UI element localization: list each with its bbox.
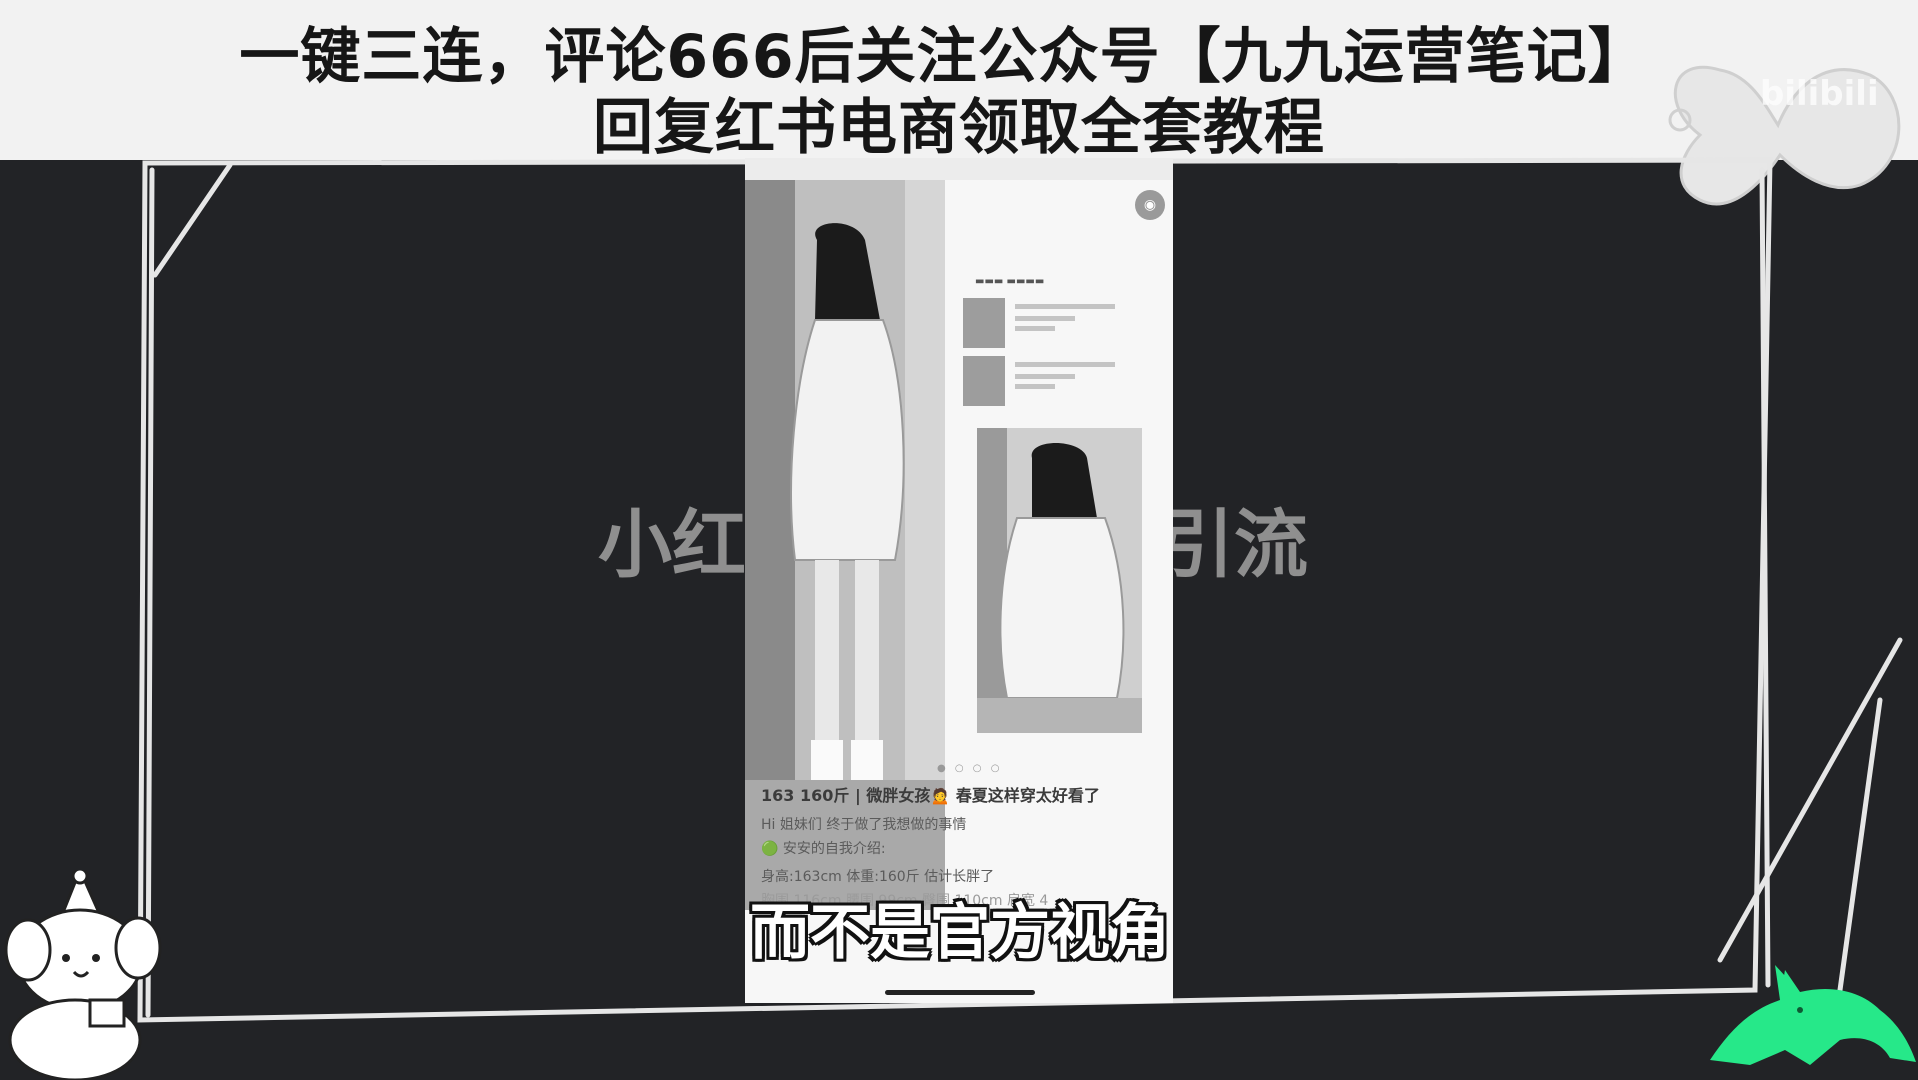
bilibili-logo-icon: bilibili xyxy=(1668,65,1901,206)
background-title-left: 小红 xyxy=(598,502,746,588)
side-header-placeholder: ▬▬▬ ▬▬▬▬ xyxy=(975,276,1045,287)
product-row-2[interactable] xyxy=(963,356,1163,408)
banner-line-2: 回复红书电商领取全套教程 xyxy=(593,93,1325,163)
puppy-birthday-cake-sticker-icon xyxy=(4,870,162,1080)
post-text-line: 身高:163cm 体重:160斤 估计长胖了 xyxy=(761,869,995,885)
video-subtitle: 而不是官方视角 xyxy=(750,898,1170,968)
banner-line-1: 一键三连，评论666后关注公众号【九九运营笔记】 xyxy=(239,22,1649,92)
product-row-1[interactable] xyxy=(963,298,1163,350)
svg-text:bilibili: bilibili xyxy=(1760,74,1879,114)
product-thumbnail xyxy=(963,298,1005,348)
phone-screenshot: ◉ ▬▬▬ ▬▬▬▬ ● ○ ○ ○ 163 160斤 | 微胖女孩🙍 春夏这样… xyxy=(745,158,1173,1003)
green-cat-sticker-icon xyxy=(1710,965,1916,1065)
product-thumbnail xyxy=(963,356,1005,406)
phone-status-area xyxy=(745,158,1173,180)
post-title: 163 160斤 | 微胖女孩🙍 春夏这样穿太好看了 xyxy=(761,786,1100,805)
home-indicator[interactable] xyxy=(885,990,1035,995)
post-text-line: 🟢 安安的自我介绍: xyxy=(761,841,886,857)
post-text-line: Hi 姐妹们 终于做了我想做的事情 xyxy=(761,817,967,833)
top-banner: 一键三连，评论666后关注公众号【九九运营笔记】 回复红书电商领取全套教程 xyxy=(0,0,1918,163)
background-title-right: 引流 xyxy=(1160,502,1308,588)
secondary-outfit-photo[interactable] xyxy=(977,428,1142,733)
avatar-icon[interactable]: ◉ xyxy=(1135,190,1165,220)
pagination-dots: ● ○ ○ ○ xyxy=(937,763,1003,774)
